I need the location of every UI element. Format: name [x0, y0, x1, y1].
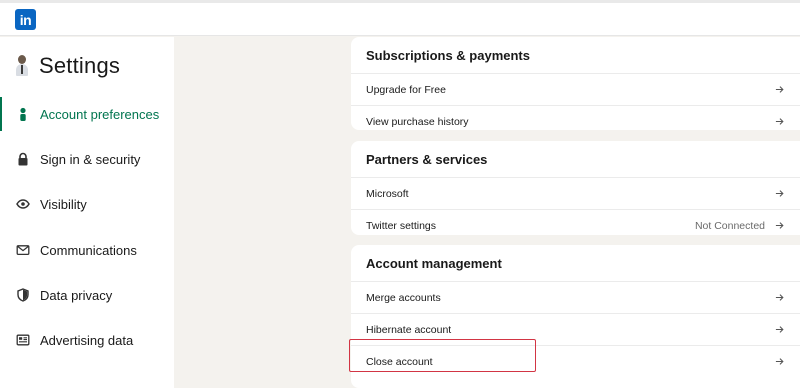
upgrade-for-free-row[interactable]: Upgrade for Free: [351, 73, 800, 105]
view-purchase-history-row[interactable]: View purchase history: [351, 105, 800, 137]
close-account-row[interactable]: Close account: [351, 345, 800, 377]
arrow-right-icon: [775, 85, 784, 94]
sidebar-item-data-privacy[interactable]: Data privacy: [0, 278, 174, 312]
arrow-right-icon: [775, 189, 784, 198]
sidebar-item-advertising-data[interactable]: Advertising data: [0, 323, 174, 357]
newspaper-icon: [16, 333, 30, 347]
row-label: Close account: [366, 355, 433, 368]
section-title: Account management: [366, 255, 502, 271]
sidebar-item-label: Data privacy: [40, 287, 113, 303]
arrow-right-icon: [775, 293, 784, 302]
twitter-settings-row[interactable]: Twitter settings Not Connected: [351, 209, 800, 241]
sidebar-item-label: Account preferences: [40, 106, 160, 122]
sidebar-item-visibility[interactable]: Visibility: [0, 187, 174, 221]
top-bar: in: [0, 0, 800, 36]
partners-services-card: Partners & services Microsoft Twitter se…: [351, 141, 800, 235]
row-label: Microsoft: [366, 187, 409, 200]
sidebar-item-communications[interactable]: Communications: [0, 233, 174, 267]
arrow-right-icon: [775, 357, 784, 366]
avatar[interactable]: [14, 54, 30, 78]
section-title: Partners & services: [366, 151, 488, 167]
row-label: Hibernate account: [366, 323, 452, 336]
sidebar-item-account-preferences[interactable]: Account preferences: [0, 97, 174, 131]
row-label: View purchase history: [366, 115, 469, 128]
lock-icon: [16, 152, 30, 166]
linkedin-logo[interactable]: in: [15, 9, 36, 30]
eye-icon: [16, 197, 30, 211]
person-icon: [16, 107, 30, 121]
sidebar-item-label: Communications: [40, 242, 137, 258]
sidebar-item-label: Advertising data: [40, 332, 134, 348]
shield-icon: [16, 288, 30, 302]
microsoft-row[interactable]: Microsoft: [351, 177, 800, 209]
row-label: Upgrade for Free: [366, 83, 446, 96]
account-management-card: Account management Merge accounts Hibern…: [351, 245, 800, 388]
sidebar-item-label: Sign in & security: [40, 151, 141, 167]
sidebar-item-sign-in-security[interactable]: Sign in & security: [0, 142, 174, 176]
hibernate-account-row[interactable]: Hibernate account: [351, 313, 800, 345]
row-label: Merge accounts: [366, 291, 441, 304]
connection-status: Not Connected: [694, 219, 765, 232]
subscriptions-payments-card: Subscriptions & payments Upgrade for Fre…: [351, 37, 800, 130]
arrow-right-icon: [775, 221, 784, 230]
sidebar-item-label: Visibility: [40, 196, 87, 212]
arrow-right-icon: [775, 117, 784, 126]
row-label: Twitter settings: [366, 219, 437, 232]
arrow-right-icon: [775, 325, 784, 334]
section-title: Subscriptions & payments: [366, 47, 530, 63]
settings-sidebar: Settings Account preferences Sign in & s…: [0, 37, 174, 388]
merge-accounts-row[interactable]: Merge accounts: [351, 281, 800, 313]
page-title: Settings: [39, 53, 121, 78]
envelope-icon: [16, 243, 30, 257]
sidebar-header: Settings: [14, 51, 120, 81]
